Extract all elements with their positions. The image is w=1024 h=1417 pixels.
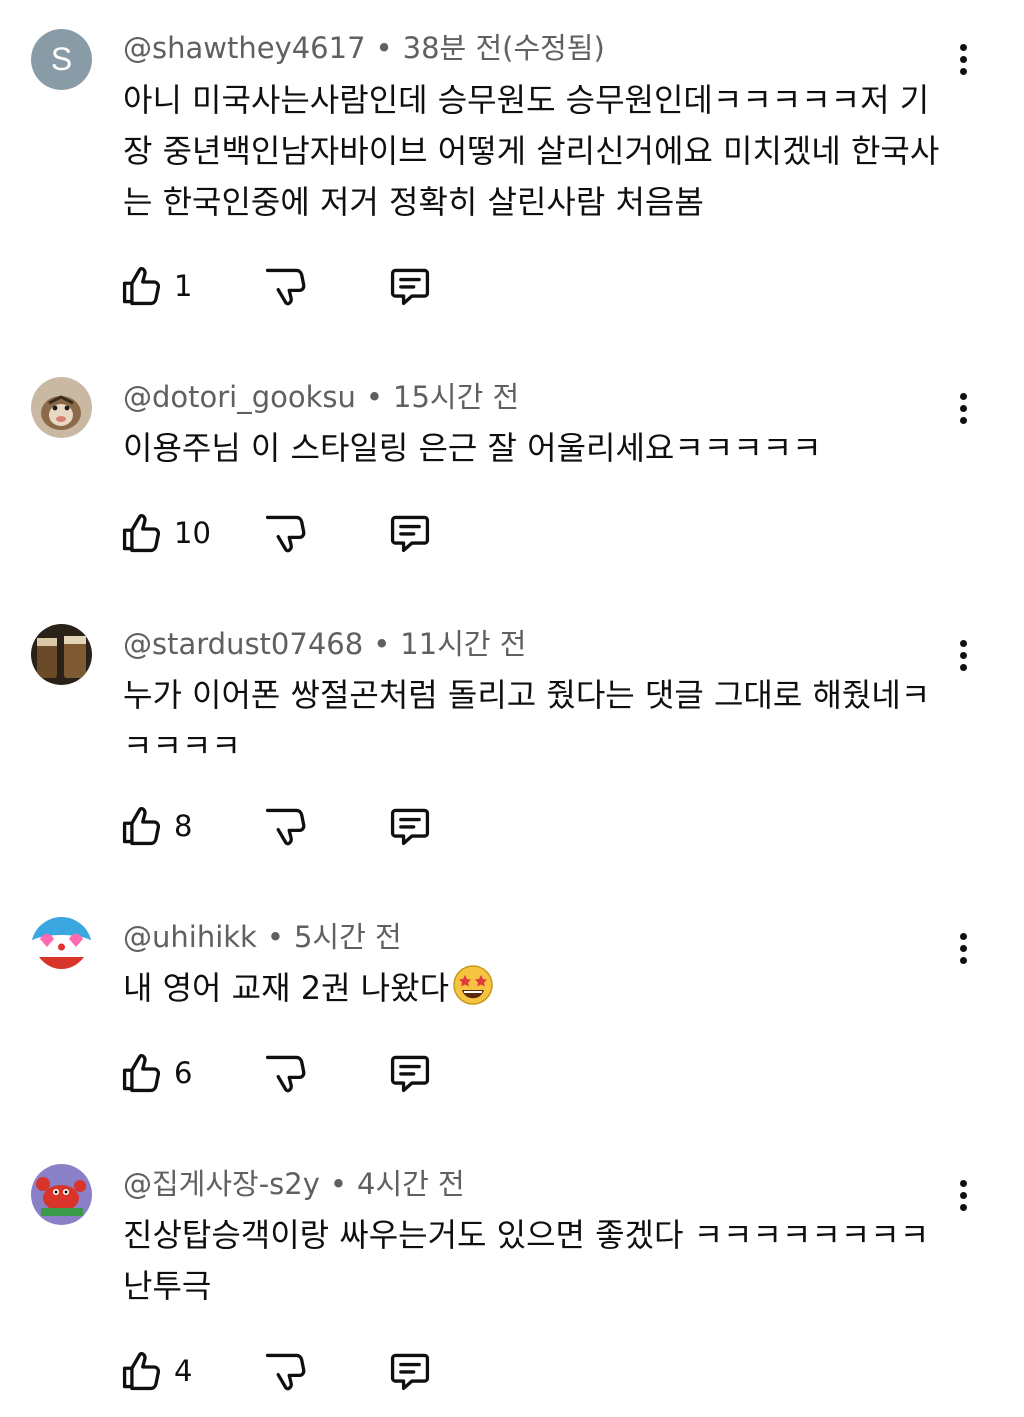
comment-time: 15시간 전 xyxy=(393,380,520,414)
like-count: 4 xyxy=(174,1354,193,1388)
comment-text: 아니 미국사는사람인데 승무원도 승무원인데ㅋㅋㅋㅋㅋ저 기장 중년백인남자바이… xyxy=(123,81,940,221)
reply-button[interactable] xyxy=(388,262,432,310)
thumbs-up-icon xyxy=(120,264,164,308)
more-vertical-icon[interactable] xyxy=(945,1173,981,1217)
like-count: 1 xyxy=(174,269,193,303)
like-count: 6 xyxy=(174,1056,193,1090)
avatar[interactable] xyxy=(31,1164,92,1225)
comment-text: 이용주님 이 스타일링 은근 잘 어울리세요ㅋㅋㅋㅋㅋ xyxy=(123,429,822,467)
more-vertical-icon[interactable] xyxy=(945,386,981,430)
comment-time: 4시간 전 xyxy=(357,1167,465,1201)
reply-button[interactable] xyxy=(388,1049,432,1097)
comment-text: 진상탑승객이랑 싸우는거도 있으면 좋겠다 ㅋㅋㅋㅋㅋㅋㅋㅋ 난투극 xyxy=(123,1216,930,1305)
comment-meta: @shawthey4617 • 38분 전(수정됨) xyxy=(123,30,605,66)
like-button[interactable]: 6 xyxy=(120,1049,192,1097)
like-button[interactable]: 4 xyxy=(120,1347,192,1395)
meta-separator: • xyxy=(365,380,384,414)
comment-text-body: 내 영어 교재 2권 나왔다 xyxy=(123,969,450,1007)
comment-text: 누가 이어폰 쌍절곤처럼 돌리고 줬다는 댓글 그대로 해줬네ㅋㅋㅋㅋㅋ xyxy=(123,676,931,765)
dislike-button[interactable] xyxy=(263,262,307,310)
thumbs-up-icon xyxy=(120,1051,164,1095)
reply-comment-icon xyxy=(388,1349,432,1393)
comment-time: 11시간 전 xyxy=(400,627,527,661)
cartoon-face-avatar-icon xyxy=(31,917,92,978)
comment-time: 5시간 전 xyxy=(293,920,402,954)
reply-comment-icon xyxy=(388,264,432,308)
reply-button[interactable] xyxy=(388,1347,432,1395)
dislike-button[interactable] xyxy=(263,802,307,850)
comment-author[interactable]: @집게사장-s2y xyxy=(123,1167,320,1201)
more-vertical-icon[interactable] xyxy=(945,633,981,677)
thumbs-up-icon xyxy=(120,1349,164,1393)
like-button[interactable]: 1 xyxy=(120,262,192,310)
dislike-button[interactable] xyxy=(263,1347,307,1395)
avatar[interactable] xyxy=(31,624,92,685)
like-count: 8 xyxy=(174,809,193,843)
star-struck-emoji-icon xyxy=(453,965,493,1005)
avatar[interactable] xyxy=(31,377,92,438)
comment-meta: @uhihikk • 5시간 전 xyxy=(123,919,402,955)
comment-actions: 4 xyxy=(120,1347,460,1395)
meta-separator: • xyxy=(266,920,284,954)
comment-actions: 8 xyxy=(120,802,460,850)
like-count: 10 xyxy=(174,516,211,550)
comment-actions: 6 xyxy=(120,1049,460,1097)
thumbs-down-icon xyxy=(263,804,307,848)
dislike-button[interactable] xyxy=(263,1049,307,1097)
comment-author[interactable]: @shawthey4617 xyxy=(123,31,366,65)
meta-separator: • xyxy=(373,627,391,661)
thumbs-up-icon xyxy=(120,511,164,555)
comment-meta: @dotori_gooksu • 15시간 전 xyxy=(123,379,519,415)
meta-separator: • xyxy=(329,1167,348,1201)
like-button[interactable]: 8 xyxy=(120,802,192,850)
reply-button[interactable] xyxy=(388,802,432,850)
meta-separator: • xyxy=(375,31,393,65)
dislike-button[interactable] xyxy=(263,509,307,557)
reply-comment-icon xyxy=(388,1051,432,1095)
like-button[interactable]: 10 xyxy=(120,509,211,557)
comment-author[interactable]: @stardust07468 xyxy=(123,627,363,661)
comment-time: 38분 전(수정됨) xyxy=(402,31,605,65)
thumbs-down-icon xyxy=(263,1051,307,1095)
thumbs-down-icon xyxy=(263,511,307,555)
thumbs-up-icon xyxy=(120,804,164,848)
crab-avatar-icon xyxy=(31,1164,92,1225)
comment-author[interactable]: @dotori_gooksu xyxy=(123,380,356,414)
avatar-letter: S xyxy=(50,41,73,77)
reply-comment-icon xyxy=(388,511,432,555)
thumbs-down-icon xyxy=(263,264,307,308)
avatar[interactable]: S xyxy=(31,29,92,90)
reply-button[interactable] xyxy=(388,509,432,557)
drinks-avatar-icon xyxy=(31,624,92,685)
reply-comment-icon xyxy=(388,804,432,848)
chipmunk-avatar-icon xyxy=(31,377,92,438)
comment-meta: @stardust07468 • 11시간 전 xyxy=(123,626,526,662)
comment-text: 내 영어 교재 2권 나왔다 xyxy=(123,963,953,1014)
more-vertical-icon[interactable] xyxy=(945,926,981,970)
comment-author[interactable]: @uhihikk xyxy=(123,920,257,954)
comment-actions: 1 xyxy=(120,262,460,310)
avatar[interactable] xyxy=(31,917,92,978)
thumbs-down-icon xyxy=(263,1349,307,1393)
comment-actions: 10 xyxy=(120,509,460,557)
more-vertical-icon[interactable] xyxy=(945,37,981,81)
comment-meta: @집게사장-s2y • 4시간 전 xyxy=(123,1166,465,1202)
